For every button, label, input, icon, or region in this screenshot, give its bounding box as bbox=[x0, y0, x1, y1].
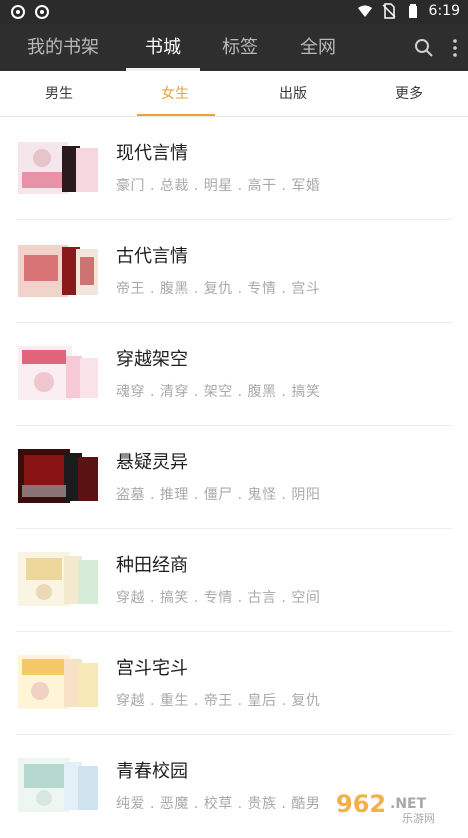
category-tags: 帝王 . 腹黑 . 复仇 . 专情 . 宫斗 bbox=[116, 278, 320, 298]
category-tags: 穿越 . 重生 . 帝王 . 皇后 . 复仇 bbox=[116, 690, 320, 710]
book-covers-image bbox=[18, 136, 100, 198]
category-tags: 魂穿 . 清穿 . 架空 . 腹黑 . 搞笑 bbox=[116, 381, 320, 401]
list-item[interactable]: 种田经商 穿越 . 搞笑 . 专情 . 古言 . 空间 bbox=[16, 529, 452, 632]
no-sim-icon bbox=[381, 3, 397, 19]
book-covers-image bbox=[18, 754, 100, 816]
tab-all-web[interactable]: 全网 bbox=[280, 24, 356, 71]
subtab-publish[interactable]: 出版 bbox=[246, 71, 340, 117]
list-item[interactable]: 现代言情 豪门 . 总裁 . 明星 . 高干 . 军婚 bbox=[16, 117, 452, 220]
category-title: 宫斗宅斗 bbox=[116, 654, 188, 680]
category-title: 青春校园 bbox=[116, 757, 188, 783]
category-tags: 豪门 . 总裁 . 明星 . 高干 . 军婚 bbox=[116, 175, 320, 195]
more-vert-icon[interactable] bbox=[452, 38, 458, 58]
tab-bookshelf[interactable]: 我的书架 bbox=[0, 24, 126, 71]
book-covers-image bbox=[18, 342, 100, 404]
svg-text:962: 962 bbox=[336, 790, 386, 818]
category-tabs: 男生 女生 出版 更多 bbox=[0, 71, 468, 117]
subtab-female[interactable]: 女生 bbox=[128, 71, 222, 117]
category-title: 现代言情 bbox=[116, 139, 188, 165]
book-covers-image bbox=[18, 651, 100, 713]
list-item[interactable]: 古代言情 帝王 . 腹黑 . 复仇 . 专情 . 宫斗 bbox=[16, 220, 452, 323]
list-item[interactable]: 悬疑灵异 盗墓 . 推理 . 僵尸 . 鬼怪 . 阴阳 bbox=[16, 426, 452, 529]
category-tags: 盗墓 . 推理 . 僵尸 . 鬼怪 . 阴阳 bbox=[116, 484, 320, 504]
subtab-male[interactable]: 男生 bbox=[12, 71, 106, 117]
list-item[interactable]: 穿越架空 魂穿 . 清穿 . 架空 . 腹黑 . 搞笑 bbox=[16, 323, 452, 426]
battery-icon bbox=[405, 3, 421, 19]
category-title: 悬疑灵异 bbox=[116, 448, 188, 474]
category-title: 种田经商 bbox=[116, 551, 188, 577]
category-title: 穿越架空 bbox=[116, 345, 188, 371]
notification-icon bbox=[34, 4, 50, 20]
category-title: 古代言情 bbox=[116, 242, 188, 268]
book-covers-image bbox=[18, 445, 100, 507]
status-bar: 6:19 bbox=[0, 0, 468, 24]
book-covers-image bbox=[18, 548, 100, 610]
search-icon[interactable] bbox=[414, 38, 434, 58]
clock: 6:19 bbox=[429, 3, 460, 19]
notification-icon bbox=[10, 4, 26, 20]
category-tags: 穿越 . 搞笑 . 专情 . 古言 . 空间 bbox=[116, 587, 320, 607]
category-tags: 纯爱 . 恶魔 . 校草 . 贵族 . 酷男 bbox=[116, 793, 320, 813]
tab-tags[interactable]: 标签 bbox=[200, 24, 280, 71]
svg-text:乐游网: 乐游网 bbox=[402, 812, 435, 824]
book-covers-image bbox=[18, 239, 100, 301]
wifi-icon bbox=[357, 3, 373, 19]
list-item[interactable]: 宫斗宅斗 穿越 . 重生 . 帝王 . 皇后 . 复仇 bbox=[16, 632, 452, 735]
top-nav-bar: 我的书架 书城 标签 全网 bbox=[0, 24, 468, 71]
site-watermark-logo: 962 .NET 乐游网 bbox=[332, 788, 462, 824]
tab-bookstore[interactable]: 书城 bbox=[126, 24, 200, 71]
subtab-more[interactable]: 更多 bbox=[362, 71, 456, 117]
active-tab-indicator bbox=[137, 114, 215, 116]
svg-text:.NET: .NET bbox=[390, 796, 427, 812]
category-list: 现代言情 豪门 . 总裁 . 明星 . 高干 . 军婚 古代言情 帝王 . 腹黑… bbox=[0, 117, 468, 838]
